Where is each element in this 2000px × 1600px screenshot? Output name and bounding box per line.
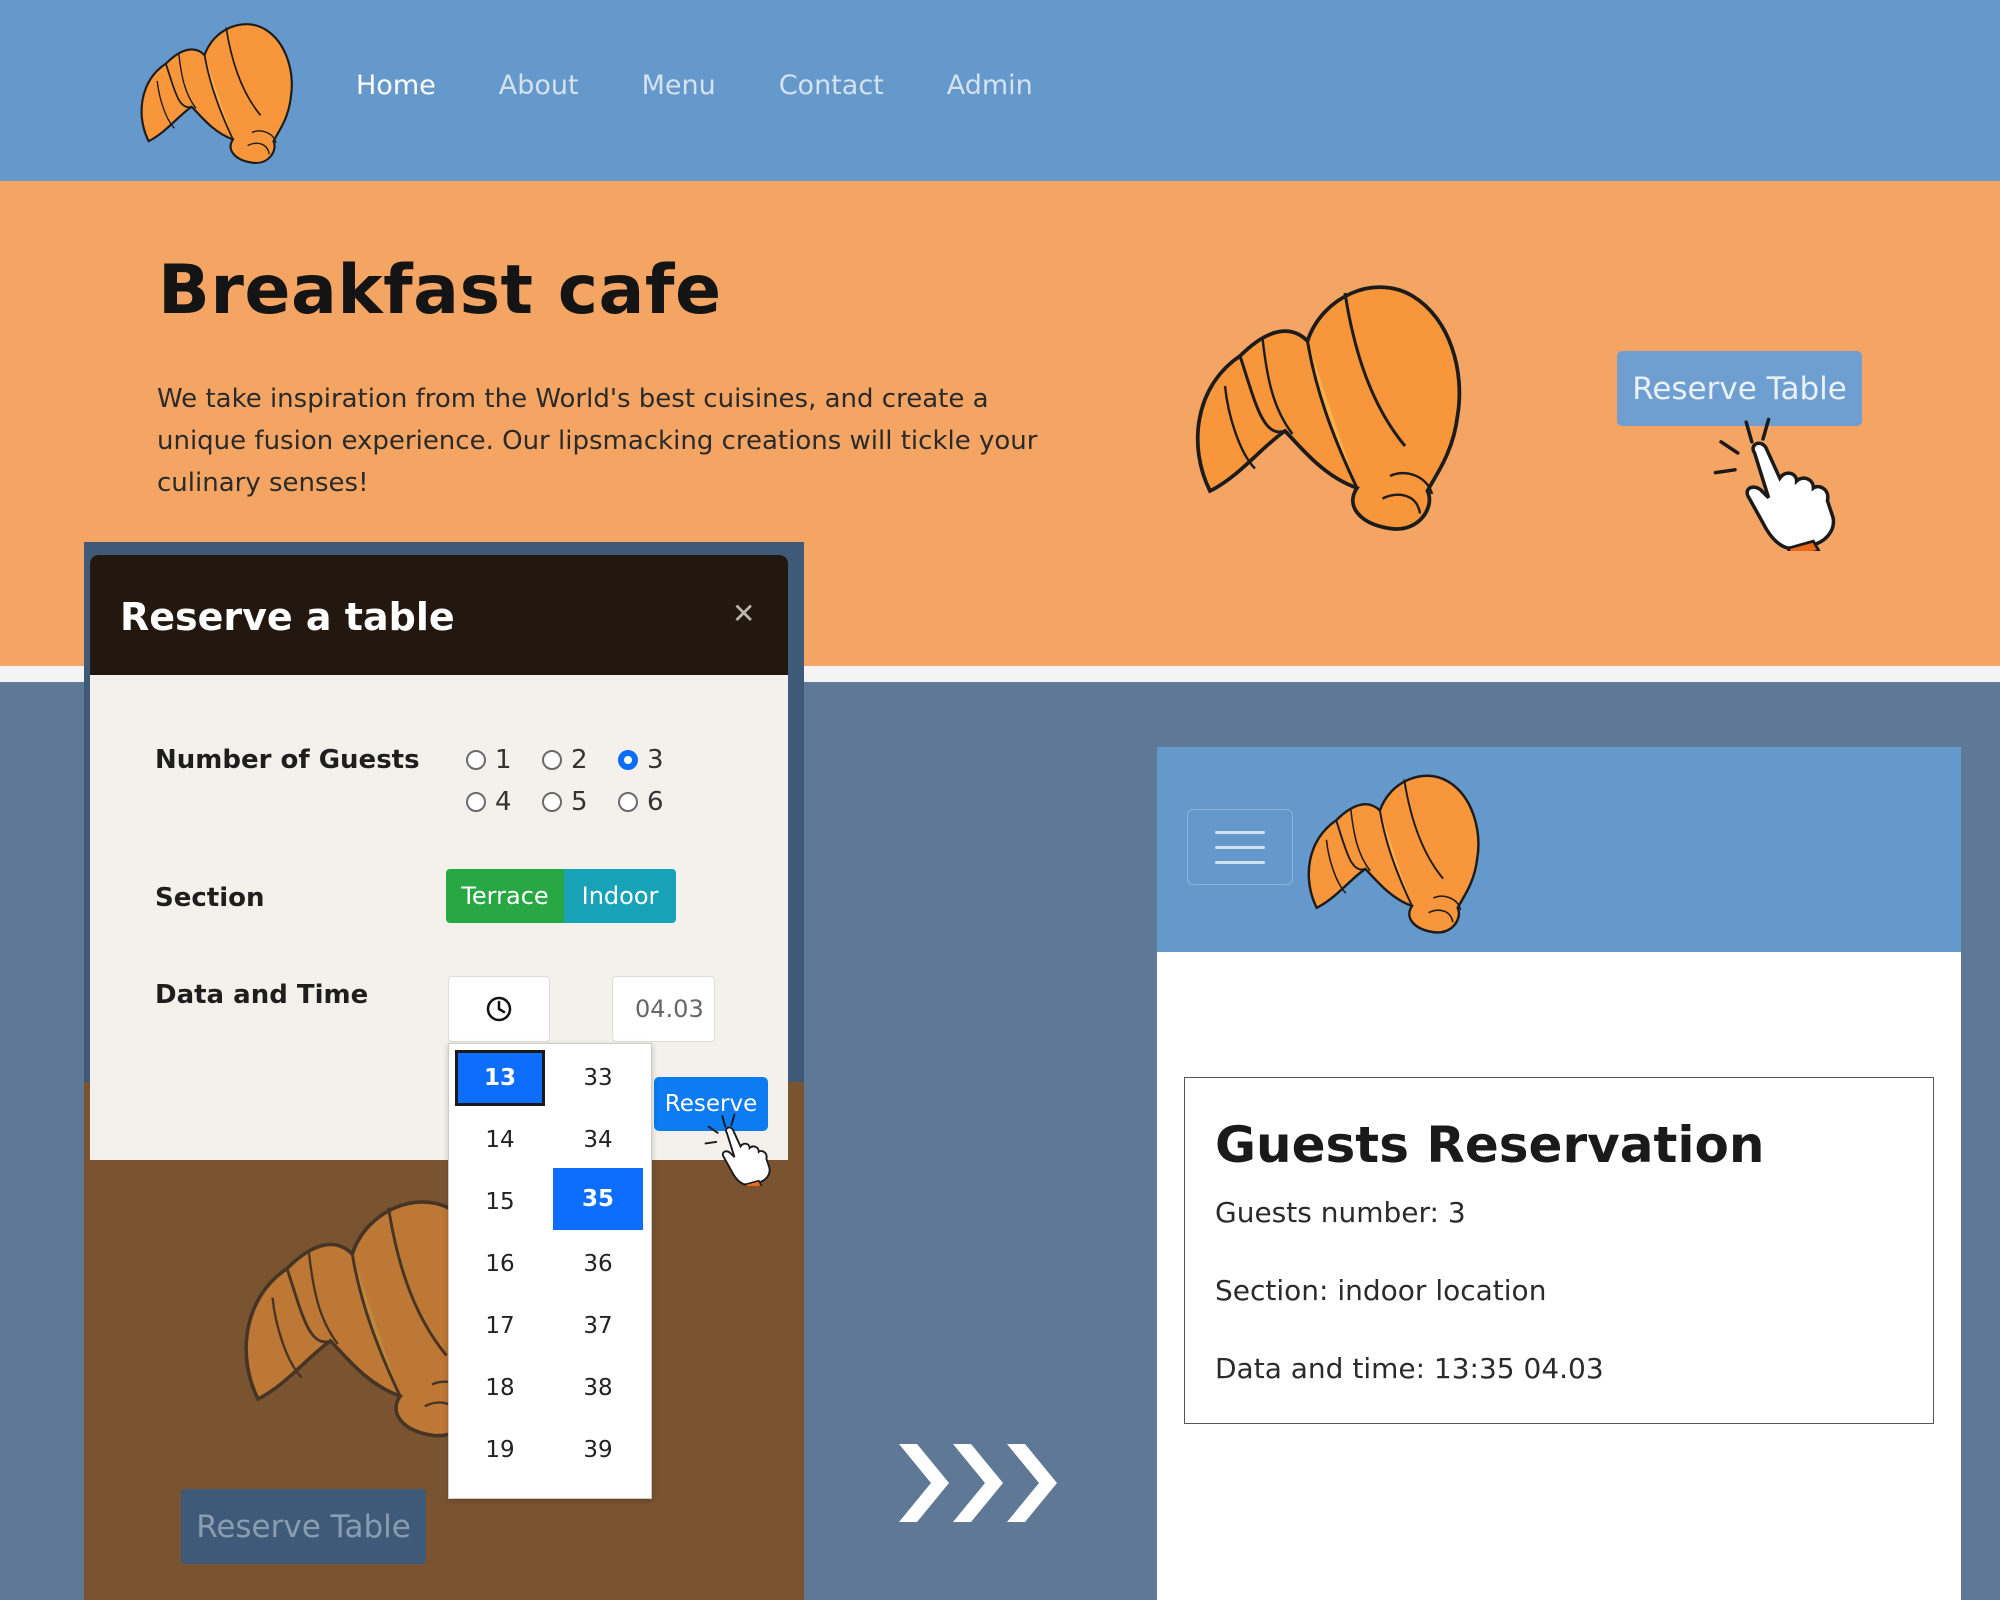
nav-item-menu[interactable]: Menu (642, 70, 716, 101)
section-text: Section: indoor location (1215, 1274, 1547, 1307)
guest-option-1[interactable]: 1 (466, 745, 512, 775)
radio-checked-icon[interactable] (618, 750, 638, 770)
datetime-label: Data and Time (155, 980, 369, 1010)
reserve-modal: Reserve a table ✕ Number of Guests 1 2 3… (90, 555, 788, 1160)
top-navbar: Home About Menu Contact Admin (0, 0, 2000, 181)
hero-text: We take inspiration from the World's bes… (157, 384, 1038, 498)
guest-option-4[interactable]: 4 (466, 787, 512, 817)
minute-option-33[interactable]: 33 (553, 1050, 643, 1106)
time-picker-dropdown: 13 14 15 16 17 18 19 33 34 35 36 37 38 3… (448, 1043, 652, 1499)
section-terrace-button[interactable]: Terrace (446, 869, 564, 923)
modal-header: Reserve a table ✕ (90, 555, 788, 675)
pointer-hand-icon (1702, 411, 1852, 551)
minute-option-36[interactable]: 36 (553, 1236, 643, 1292)
minute-option-35[interactable]: 35 (553, 1168, 643, 1230)
guest-option-5[interactable]: 5 (542, 787, 588, 817)
modal-title: Reserve a table (120, 595, 455, 639)
croissant-illustration-icon (1180, 256, 1480, 546)
croissant-logo-icon[interactable] (125, 12, 310, 167)
hour-option-13[interactable]: 13 (455, 1050, 545, 1106)
guests-number-text: Guests number: 3 (1215, 1196, 1466, 1229)
clock-icon (486, 996, 512, 1022)
hamburger-menu-icon[interactable] (1187, 809, 1293, 885)
nav-item-contact[interactable]: Contact (779, 70, 884, 101)
guest-option-6[interactable]: 6 (618, 787, 664, 817)
time-picker-button[interactable] (448, 976, 550, 1042)
hour-option-16[interactable]: 16 (455, 1236, 545, 1292)
mobile-result-page: Guests Reservation Guests number: 3 Sect… (1157, 747, 1961, 1600)
radio-icon[interactable] (618, 792, 638, 812)
close-icon[interactable]: ✕ (732, 597, 755, 630)
guest-option-2[interactable]: 2 (542, 745, 588, 775)
section-label: Section (155, 883, 265, 913)
croissant-logo-icon[interactable] (1292, 762, 1497, 937)
datetime-text: Data and time: 13:35 04.03 (1215, 1352, 1604, 1385)
minute-option-34[interactable]: 34 (553, 1112, 643, 1168)
hour-option-14[interactable]: 14 (455, 1112, 545, 1168)
date-input[interactable]: 04.03 (612, 976, 715, 1042)
nav-item-home[interactable]: Home (356, 70, 436, 101)
reservation-card: Guests Reservation Guests number: 3 Sect… (1184, 1077, 1934, 1424)
reservation-title: Guests Reservation (1215, 1116, 1765, 1174)
nav-item-about[interactable]: About (499, 70, 579, 101)
background-reserve-table-button: Reserve Table (181, 1489, 426, 1564)
radio-icon[interactable] (466, 750, 486, 770)
hour-option-18[interactable]: 18 (455, 1360, 545, 1416)
hero-title: Breakfast cafe (158, 251, 722, 330)
minute-option-39[interactable]: 39 (553, 1422, 643, 1478)
pointer-hand-icon (700, 1110, 778, 1186)
minute-option-38[interactable]: 38 (553, 1360, 643, 1416)
minute-option-37[interactable]: 37 (553, 1298, 643, 1354)
chevron-right-icon (899, 1444, 1057, 1522)
section-toggle: Terrace Indoor (446, 869, 676, 923)
radio-icon[interactable] (466, 792, 486, 812)
radio-icon[interactable] (542, 792, 562, 812)
hour-option-19[interactable]: 19 (455, 1422, 545, 1478)
guests-label: Number of Guests (155, 745, 420, 775)
section-indoor-button[interactable]: Indoor (564, 869, 676, 923)
nav-links: Home About Menu Contact Admin (356, 70, 1096, 101)
mobile-navbar (1157, 747, 1961, 952)
hour-option-17[interactable]: 17 (455, 1298, 545, 1354)
guest-option-3[interactable]: 3 (618, 745, 664, 775)
nav-item-admin[interactable]: Admin (947, 70, 1033, 101)
hour-option-15[interactable]: 15 (455, 1174, 545, 1230)
radio-icon[interactable] (542, 750, 562, 770)
